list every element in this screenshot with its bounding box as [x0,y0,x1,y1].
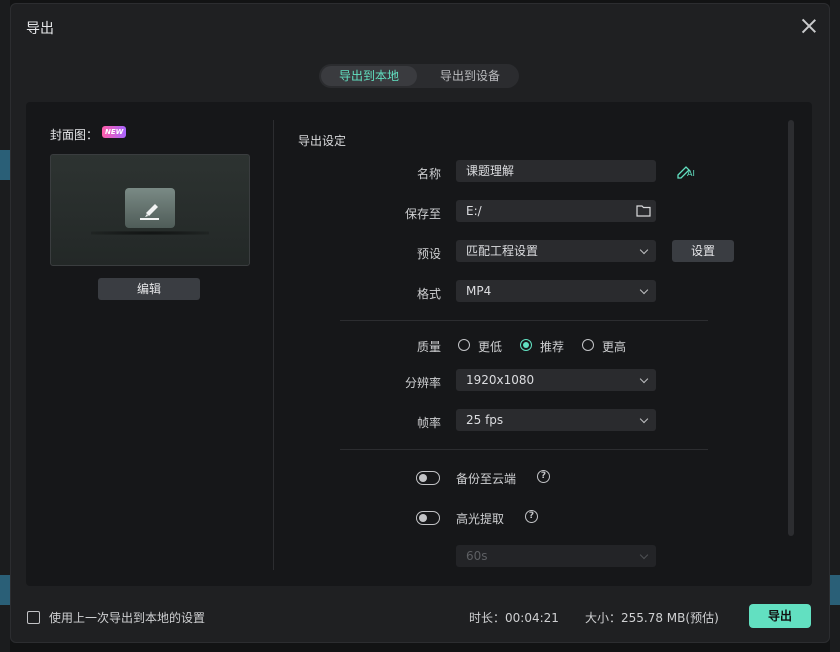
name-value: 课题理解 [466,164,515,178]
new-badge: NEW [102,126,127,138]
cloud-backup-label: 备份至云端 [456,472,517,486]
save-path-input[interactable]: E:/ [456,200,656,222]
size-text: 大小：255.78 MB(预估) [585,611,719,625]
export-dialog: 导出 导出到本地 导出到设备 封面图： NEW 编辑 导出设定 名称 课题理解 [10,3,830,643]
quality-lower-radio[interactable] [458,339,470,351]
save-to-label: 保存至 [404,207,441,221]
dialog-footer: 使用上一次导出到本地的设置 时长：00:04:21 大小：255.78 MB(预… [11,586,829,642]
highlight-duration-select: 60s [456,545,656,567]
folder-icon[interactable] [636,204,651,217]
format-select[interactable]: MP4 [456,280,656,302]
framerate-value: 25 fps [466,413,504,427]
dialog-title: 导出 [26,21,54,37]
export-target-tabs: 导出到本地 导出到设备 [319,64,519,88]
chevron-down-icon [639,374,649,384]
background-timeline-left [0,0,10,652]
framerate-label: 帧率 [416,416,441,430]
chevron-down-icon [639,245,649,255]
format-value: MP4 [466,284,492,298]
preset-select[interactable]: 匹配工程设置 [456,240,656,262]
panel-divider [273,120,274,570]
resolution-value: 1920x1080 [466,373,535,387]
name-label: 名称 [416,167,441,181]
help-icon[interactable]: ? [537,470,550,483]
quality-higher-radio[interactable] [582,339,594,351]
section-divider [340,449,708,450]
scrollbar[interactable] [788,120,794,536]
quality-recommended-label: 推荐 [540,340,565,354]
quality-lower-label: 更低 [478,340,503,354]
quality-recommended-radio[interactable] [520,339,532,351]
reuse-settings-checkbox[interactable] [27,611,40,624]
highlight-duration-value: 60s [466,549,488,563]
cover-thumbnail[interactable] [50,154,250,266]
save-path-value: E:/ [466,204,482,218]
background-thumbnail [0,575,10,605]
tab-export-local[interactable]: 导出到本地 [321,66,417,86]
export-button[interactable]: 导出 [749,604,811,628]
chevron-down-icon [639,285,649,295]
format-label: 格式 [416,287,441,301]
resolution-label: 分辨率 [404,376,441,390]
reuse-settings-label: 使用上一次导出到本地的设置 [49,611,206,625]
duration-text: 时长：00:04:21 [469,611,559,625]
quality-higher-label: 更高 [602,340,627,354]
close-icon[interactable] [801,18,817,34]
resolution-select[interactable]: 1920x1080 [456,369,656,391]
cover-tile-shadow [91,231,209,235]
pencil-icon [140,204,159,220]
framerate-select[interactable]: 25 fps [456,409,656,431]
cloud-backup-toggle[interactable] [416,471,440,485]
background-timeline-right [830,0,840,652]
highlight-label: 高光提取 [456,512,505,526]
settings-panel: 封面图： NEW 编辑 导出设定 名称 课题理解 AI 保存至 E:/ 预设 匹… [26,102,812,586]
section-title: 导出设定 [298,134,347,148]
cover-edit-tile [125,188,175,228]
chevron-down-icon [639,550,649,560]
ai-badge: AI [687,169,695,178]
section-divider [340,320,708,321]
preset-settings-button[interactable]: 设置 [672,240,734,262]
quality-label: 质量 [416,340,441,354]
help-icon[interactable]: ? [525,510,538,523]
tab-export-device[interactable]: 导出到设备 [423,66,517,86]
chevron-down-icon [639,414,649,424]
preset-value: 匹配工程设置 [466,244,539,258]
edit-cover-button[interactable]: 编辑 [98,278,200,300]
name-input[interactable]: 课题理解 [456,160,656,182]
highlight-toggle[interactable] [416,511,440,525]
cover-label: 封面图： [50,128,99,142]
background-thumbnail [830,575,840,605]
background-thumbnail [0,150,10,180]
preset-label: 预设 [416,247,441,261]
ai-rename-icon[interactable]: AI [676,162,696,180]
